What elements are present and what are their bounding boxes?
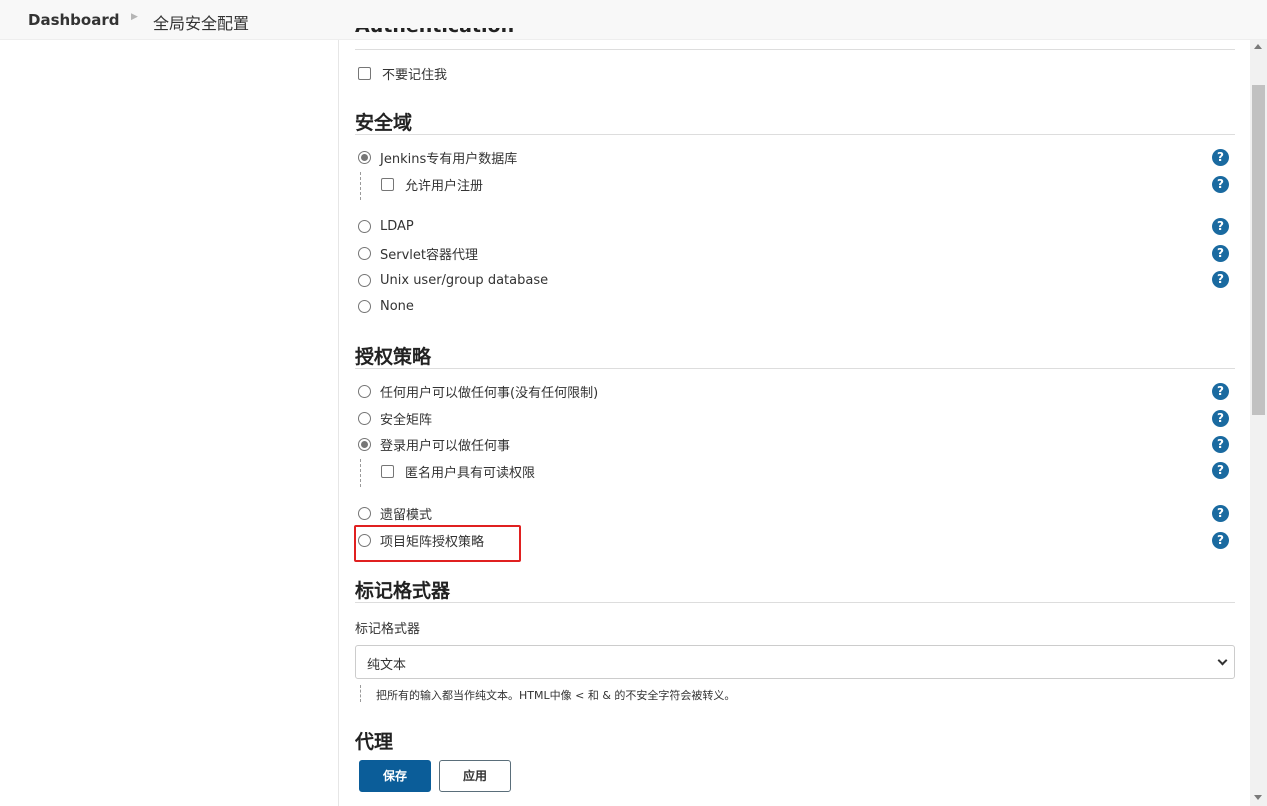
help-icon[interactable]: ? — [1212, 462, 1229, 479]
authentication-heading: Authentication — [355, 28, 514, 40]
allow-signup-checkbox[interactable] — [381, 177, 394, 191]
scroll-up-arrow-icon[interactable] — [1254, 44, 1262, 49]
allow-signup-label: 允许用户注册 — [405, 178, 484, 194]
annotation-highlight-box — [354, 525, 521, 562]
nested-indent-line — [360, 172, 361, 200]
security-realm-divider — [355, 134, 1235, 135]
authz-anyone-radio[interactable] — [358, 384, 371, 398]
help-icon[interactable]: ? — [1212, 245, 1229, 262]
realm-option-none[interactable]: None — [358, 296, 414, 316]
realm-option-jenkins-db[interactable]: Jenkins专有用户数据库 — [358, 147, 517, 167]
authz-anyone-label: 任何用户可以做任何事(没有任何限制) — [380, 385, 599, 401]
realm-jenkins-db-radio[interactable] — [358, 150, 371, 164]
description-indent-line — [360, 685, 361, 702]
anonymous-read-label: 匿名用户具有可读权限 — [405, 465, 536, 481]
markup-formatter-heading: 标记格式器 — [355, 580, 451, 602]
markup-formatter-divider — [355, 602, 1235, 603]
breadcrumb-current-page: 全局安全配置 — [153, 14, 250, 33]
remember-me-option[interactable]: 不要记住我 — [358, 63, 447, 83]
anonymous-read-checkbox[interactable] — [381, 464, 394, 478]
authz-option-anyone[interactable]: 任何用户可以做任何事(没有任何限制) — [358, 381, 598, 401]
authz-logged-in-radio[interactable] — [358, 437, 371, 451]
realm-none-radio[interactable] — [358, 299, 371, 313]
help-icon[interactable]: ? — [1212, 383, 1229, 400]
breadcrumb-separator-icon: ▶ — [131, 12, 138, 22]
markup-formatter-description: 把所有的输入都当作纯文本。HTML中像 < 和 & 的不安全字符会被转义。 — [376, 689, 736, 702]
proxy-heading: 代理 — [355, 731, 394, 753]
authz-option-legacy[interactable]: 遗留模式 — [358, 503, 432, 523]
realm-jenkins-db-label: Jenkins专有用户数据库 — [380, 151, 518, 167]
scrollbar-thumb[interactable] — [1252, 85, 1265, 415]
help-icon[interactable]: ? — [1212, 149, 1229, 166]
realm-option-unix[interactable]: Unix user/group database — [358, 270, 548, 290]
realm-unix-radio[interactable] — [358, 273, 371, 287]
apply-button[interactable]: 应用 — [439, 760, 511, 792]
chevron-down-icon — [1217, 655, 1228, 666]
authz-logged-in-label: 登录用户可以做任何事 — [380, 438, 511, 454]
realm-ldap-label: LDAP — [380, 218, 414, 234]
markup-formatter-selected-value: 纯文本 — [367, 658, 407, 673]
authz-legacy-radio[interactable] — [358, 506, 371, 520]
realm-ldap-radio[interactable] — [358, 219, 371, 233]
realm-option-ldap[interactable]: LDAP — [358, 216, 414, 236]
realm-option-servlet[interactable]: Servlet容器代理 — [358, 243, 478, 263]
side-panel — [0, 40, 339, 806]
save-button[interactable]: 保存 — [359, 760, 431, 792]
authorization-heading: 授权策略 — [355, 346, 432, 368]
remember-me-checkbox[interactable] — [358, 66, 371, 80]
breadcrumb-dashboard-link[interactable]: Dashboard — [28, 11, 119, 29]
authz-matrix-label: 安全矩阵 — [380, 412, 433, 428]
authentication-divider — [355, 49, 1235, 50]
remember-me-label: 不要记住我 — [382, 67, 448, 83]
help-icon[interactable]: ? — [1212, 505, 1229, 522]
authz-matrix-radio[interactable] — [358, 411, 371, 425]
authz-option-logged-in[interactable]: 登录用户可以做任何事 — [358, 434, 510, 454]
realm-unix-label: Unix user/group database — [380, 272, 549, 288]
authz-legacy-label: 遗留模式 — [380, 507, 433, 523]
scroll-down-arrow-icon[interactable] — [1254, 795, 1262, 800]
authorization-divider — [355, 368, 1235, 369]
help-icon[interactable]: ? — [1212, 410, 1229, 427]
help-icon[interactable]: ? — [1212, 271, 1229, 288]
realm-servlet-label: Servlet容器代理 — [380, 247, 478, 263]
anonymous-read-option[interactable]: 匿名用户具有可读权限 — [381, 461, 535, 481]
allow-signup-option[interactable]: 允许用户注册 — [381, 174, 483, 194]
help-icon[interactable]: ? — [1212, 176, 1229, 193]
help-icon[interactable]: ? — [1212, 218, 1229, 235]
realm-none-label: None — [380, 298, 414, 314]
authz-option-matrix[interactable]: 安全矩阵 — [358, 408, 432, 428]
help-icon[interactable]: ? — [1212, 532, 1229, 549]
help-icon[interactable]: ? — [1212, 436, 1229, 453]
realm-servlet-radio[interactable] — [358, 246, 371, 260]
security-realm-heading: 安全域 — [355, 112, 413, 134]
markup-formatter-select[interactable]: 纯文本 — [355, 645, 1235, 679]
breadcrumb: Dashboard ▶ 全局安全配置 — [0, 0, 1267, 40]
markup-formatter-field-label: 标记格式器 — [355, 622, 421, 637]
nested-indent-line — [360, 459, 361, 487]
